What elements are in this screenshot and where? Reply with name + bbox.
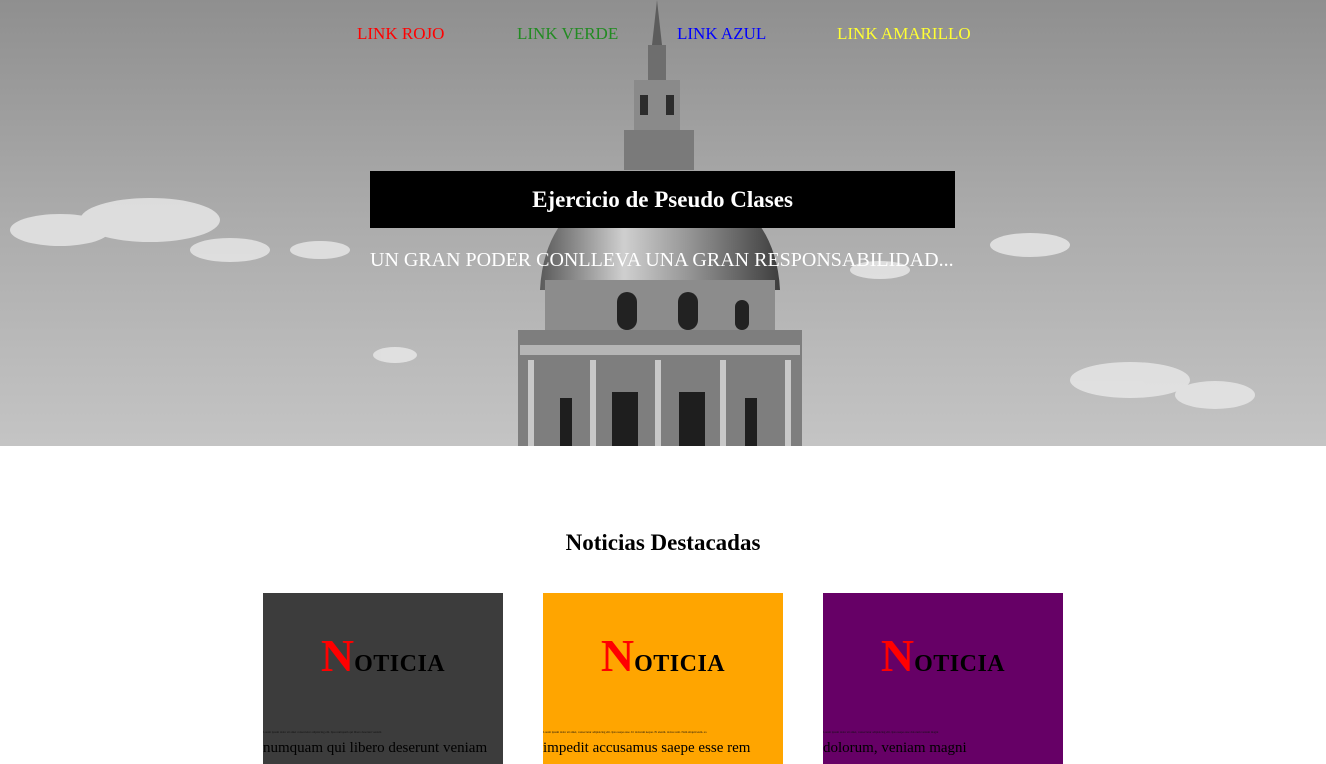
news-card[interactable]: NOTICIA Lorem ipsum dolor sit amet, cons… bbox=[823, 593, 1063, 764]
news-card-heading: NOTICIA bbox=[823, 631, 1063, 689]
heading-first-letter: N bbox=[320, 630, 355, 681]
heading-first-letter: N bbox=[600, 630, 635, 681]
news-card-body: dolorum, veniam magni bbox=[823, 740, 967, 756]
heading-rest: OTICIA bbox=[634, 651, 726, 677]
hero-subtitle: UN GRAN PODER CONLLEVA UNA GRAN RESPONSA… bbox=[370, 249, 954, 271]
news-card-fine-print: Lorem ipsum dolor sit amet consectetur a… bbox=[263, 731, 382, 734]
heading-first-letter: N bbox=[880, 630, 915, 681]
news-card-fine-print: Lorem ipsum dolor sit amet, consectetur … bbox=[823, 731, 939, 734]
heading-rest: OTICIA bbox=[914, 651, 1006, 677]
news-card-fine-print: Lorem ipsum dolor sit amet, consectetur … bbox=[543, 731, 707, 734]
news-card-heading: NOTICIA bbox=[543, 631, 783, 689]
link-verde[interactable]: LINK VERDE bbox=[517, 24, 618, 44]
hero-banner: LINK ROJO LINK VERDE LINK AZUL LINK AMAR… bbox=[0, 0, 1326, 446]
section-title: Noticias Destacadas bbox=[565, 530, 761, 555]
news-card-body: impedit accusamus saepe esse rem bbox=[543, 740, 751, 756]
hero-title-box: Ejercicio de Pseudo Clases bbox=[370, 171, 955, 228]
news-card-body: numquam qui libero deserunt veniam bbox=[263, 740, 488, 756]
heading-rest: OTICIA bbox=[354, 651, 446, 677]
news-card[interactable]: NOTICIA Lorem ipsum dolor sit amet conse… bbox=[263, 593, 503, 764]
link-rojo[interactable]: LINK ROJO bbox=[357, 24, 444, 44]
link-amarillo[interactable]: LINK AMARILLO bbox=[837, 24, 971, 44]
link-azul[interactable]: LINK AZUL bbox=[677, 24, 766, 44]
page-title: Ejercicio de Pseudo Clases bbox=[532, 186, 793, 212]
news-card-heading: NOTICIA bbox=[263, 631, 503, 689]
top-navigation: LINK ROJO LINK VERDE LINK AZUL LINK AMAR… bbox=[0, 24, 1326, 44]
news-card[interactable]: NOTICIA Lorem ipsum dolor sit amet, cons… bbox=[543, 593, 783, 764]
